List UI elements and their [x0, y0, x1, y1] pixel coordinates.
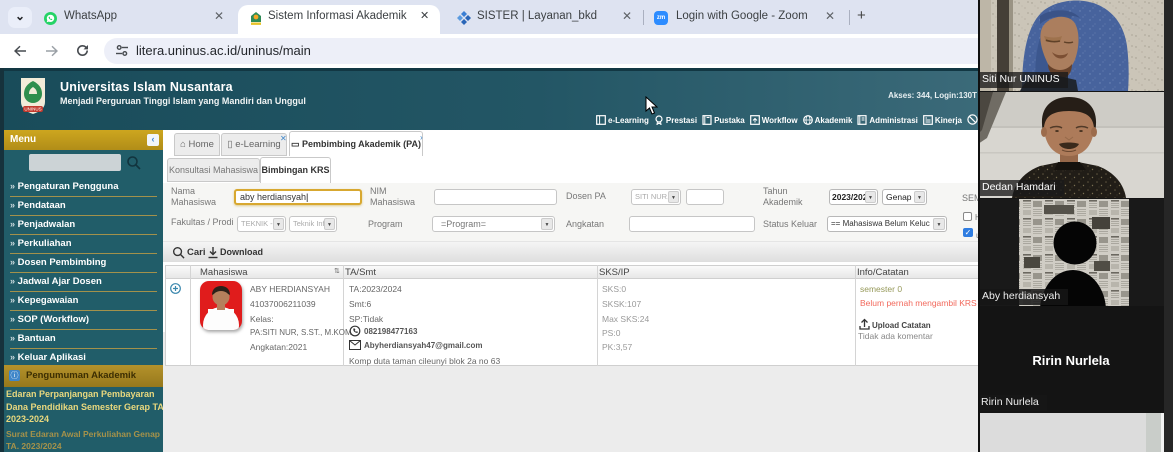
svg-text:UNINUS: UNINUS: [24, 107, 41, 112]
